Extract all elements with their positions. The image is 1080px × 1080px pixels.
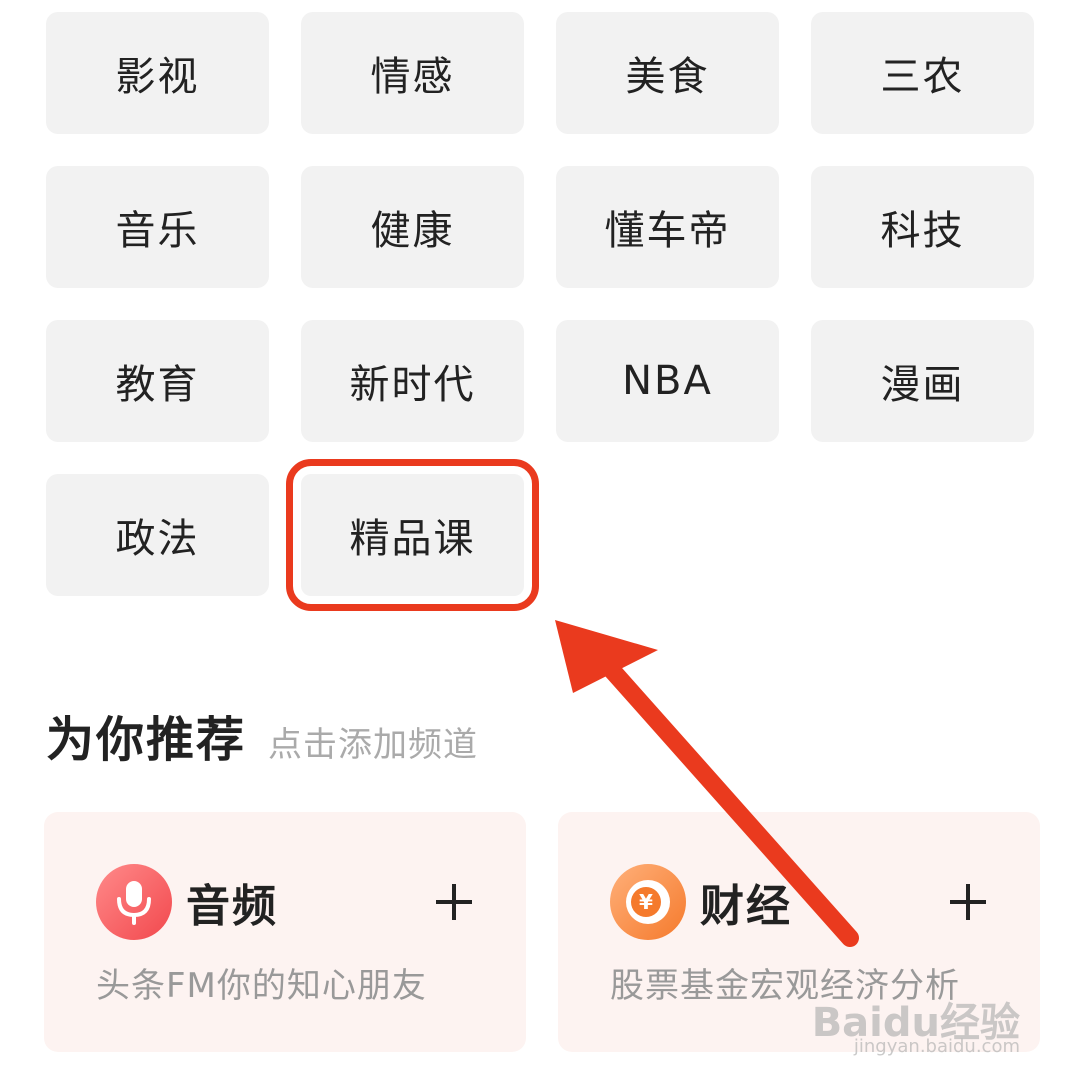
card-name: 财经 <box>700 881 792 932</box>
channel-chip-精品课[interactable]: 精品课 <box>286 459 539 611</box>
channel-chip-教育[interactable]: 教育 <box>46 320 269 442</box>
channel-label: 政法 <box>115 516 200 562</box>
channel-label: 教育 <box>115 362 200 408</box>
my-channels-grid: 影视 情感 美食 三农 音乐 健康 懂车帝 科技 教育 新时代 NBA 漫画 政… <box>46 12 1034 611</box>
card-description: 头条FM你的知心朋友 <box>96 966 427 1006</box>
channel-label: 三农 <box>880 54 965 100</box>
channel-chip-影视[interactable]: 影视 <box>46 12 269 134</box>
recommend-header: 为你推荐 点击添加频道 <box>46 700 478 770</box>
channel-chip-nba[interactable]: NBA <box>556 320 779 442</box>
channel-chip-音乐[interactable]: 音乐 <box>46 166 269 288</box>
svg-text:¥: ¥ <box>639 890 653 914</box>
channel-label: 新时代 <box>349 362 476 408</box>
channel-label: 音乐 <box>115 208 200 254</box>
add-channel-plus-icon[interactable] <box>434 882 474 922</box>
card-header: 音频 <box>96 864 474 940</box>
microphone-icon <box>96 864 172 940</box>
channel-label: 漫画 <box>880 362 965 408</box>
channel-chip-新时代[interactable]: 新时代 <box>301 320 524 442</box>
channel-label: 精品课 <box>349 516 476 562</box>
channel-chip-健康[interactable]: 健康 <box>301 166 524 288</box>
channel-chip-三农[interactable]: 三农 <box>811 12 1034 134</box>
channel-label: 美食 <box>625 54 710 100</box>
card-name: 音频 <box>186 881 278 932</box>
channel-label: 懂车帝 <box>604 208 731 254</box>
channel-chip-懂车帝[interactable]: 懂车帝 <box>556 166 779 288</box>
recommend-card-audio[interactable]: 音频 头条FM你的知心朋友 <box>44 812 526 1052</box>
yen-coin-icon: ¥ <box>610 864 686 940</box>
channel-label: 健康 <box>370 208 455 254</box>
recommend-title: 为你推荐 <box>46 712 247 768</box>
card-header: ¥ 财经 <box>610 864 988 940</box>
channel-chip-政法[interactable]: 政法 <box>46 474 269 596</box>
channel-chip-情感[interactable]: 情感 <box>301 12 524 134</box>
channel-chip-漫画[interactable]: 漫画 <box>811 320 1034 442</box>
recommend-subtitle: 点击添加频道 <box>268 725 479 765</box>
channel-label: 情感 <box>370 54 455 100</box>
add-channel-plus-icon[interactable] <box>948 882 988 922</box>
channel-label: 科技 <box>880 208 965 254</box>
channel-chip-美食[interactable]: 美食 <box>556 12 779 134</box>
channel-chip-科技[interactable]: 科技 <box>811 166 1034 288</box>
baidu-watermark-url: jingyan.baidu.com <box>853 1036 1020 1057</box>
channel-label: NBA <box>622 358 713 404</box>
channel-label: 影视 <box>115 54 200 100</box>
